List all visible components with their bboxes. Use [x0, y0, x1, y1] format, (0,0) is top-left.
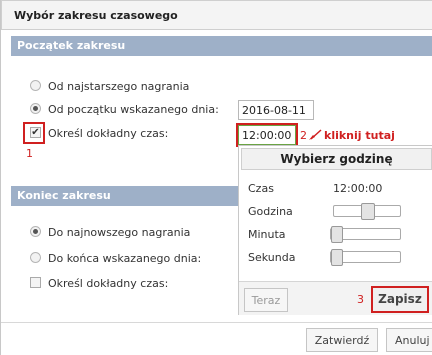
save-button[interactable]: Zapisz [371, 286, 429, 313]
label-newest-recording: Do najnowszego nagrania [48, 226, 191, 239]
radio-to-day-end[interactable] [30, 252, 41, 263]
radio-oldest-recording[interactable] [30, 80, 41, 91]
annotation-box-1 [23, 122, 45, 144]
time-range-dialog: Wybór zakresu czasowego Początek zakresu… [0, 0, 432, 355]
time-picker-minute-label: Minuta [248, 228, 286, 241]
label-from-day-start: Od początku wskazanego dnia: [48, 103, 219, 116]
annotation-step-3: 3 [357, 293, 364, 306]
time-picker-title: Wybierz godzinę [241, 148, 432, 170]
hour-slider[interactable] [333, 203, 401, 220]
dialog-footer: Zatwierdź Anuluj [1, 322, 432, 355]
time-picker-time-label: Czas [248, 182, 274, 195]
confirm-button[interactable]: Zatwierdź [306, 328, 378, 352]
hour-slider-handle[interactable] [361, 203, 375, 220]
now-button[interactable]: Teraz [244, 288, 288, 312]
time-picker-second-label: Sekunda [248, 251, 296, 264]
second-slider[interactable] [330, 249, 401, 266]
label-start-exact-time: Określ dokładny czas: [48, 127, 169, 140]
time-picker-time-value: 12:00:00 [333, 182, 383, 195]
annotation-step-2: 2 [300, 129, 307, 142]
time-picker-footer: Teraz 3 Zapisz [239, 281, 432, 315]
end-exact-time-checkbox[interactable] [30, 277, 41, 288]
time-picker-popup: Wybierz godzinę Czas 12:00:00 Godzina Mi… [238, 145, 432, 315]
dialog-title-bar: Wybór zakresu czasowego [1, 0, 432, 30]
annotation-arrow-icon [309, 129, 322, 140]
annotation-click-here: kliknij tutaj [324, 129, 395, 142]
dialog-title: Wybór zakresu czasowego [14, 9, 178, 22]
label-to-day-end: Do końca wskazanego dnia: [48, 252, 202, 265]
label-oldest-recording: Od najstarszego nagrania [48, 80, 190, 93]
minute-slider[interactable] [330, 226, 401, 243]
time-picker-hour-label: Godzina [248, 205, 293, 218]
second-slider-handle[interactable] [331, 249, 343, 266]
minute-slider-handle[interactable] [331, 226, 343, 243]
cancel-button[interactable]: Anuluj [386, 328, 432, 352]
label-end-exact-time: Określ dokładny czas: [48, 277, 169, 290]
annotation-box-2 [236, 123, 298, 147]
radio-from-day-start[interactable] [30, 103, 41, 114]
start-section-header: Początek zakresu [11, 36, 432, 56]
annotation-step-1: 1 [26, 147, 33, 160]
start-date-input[interactable] [238, 100, 314, 120]
radio-newest-recording[interactable] [30, 226, 41, 237]
